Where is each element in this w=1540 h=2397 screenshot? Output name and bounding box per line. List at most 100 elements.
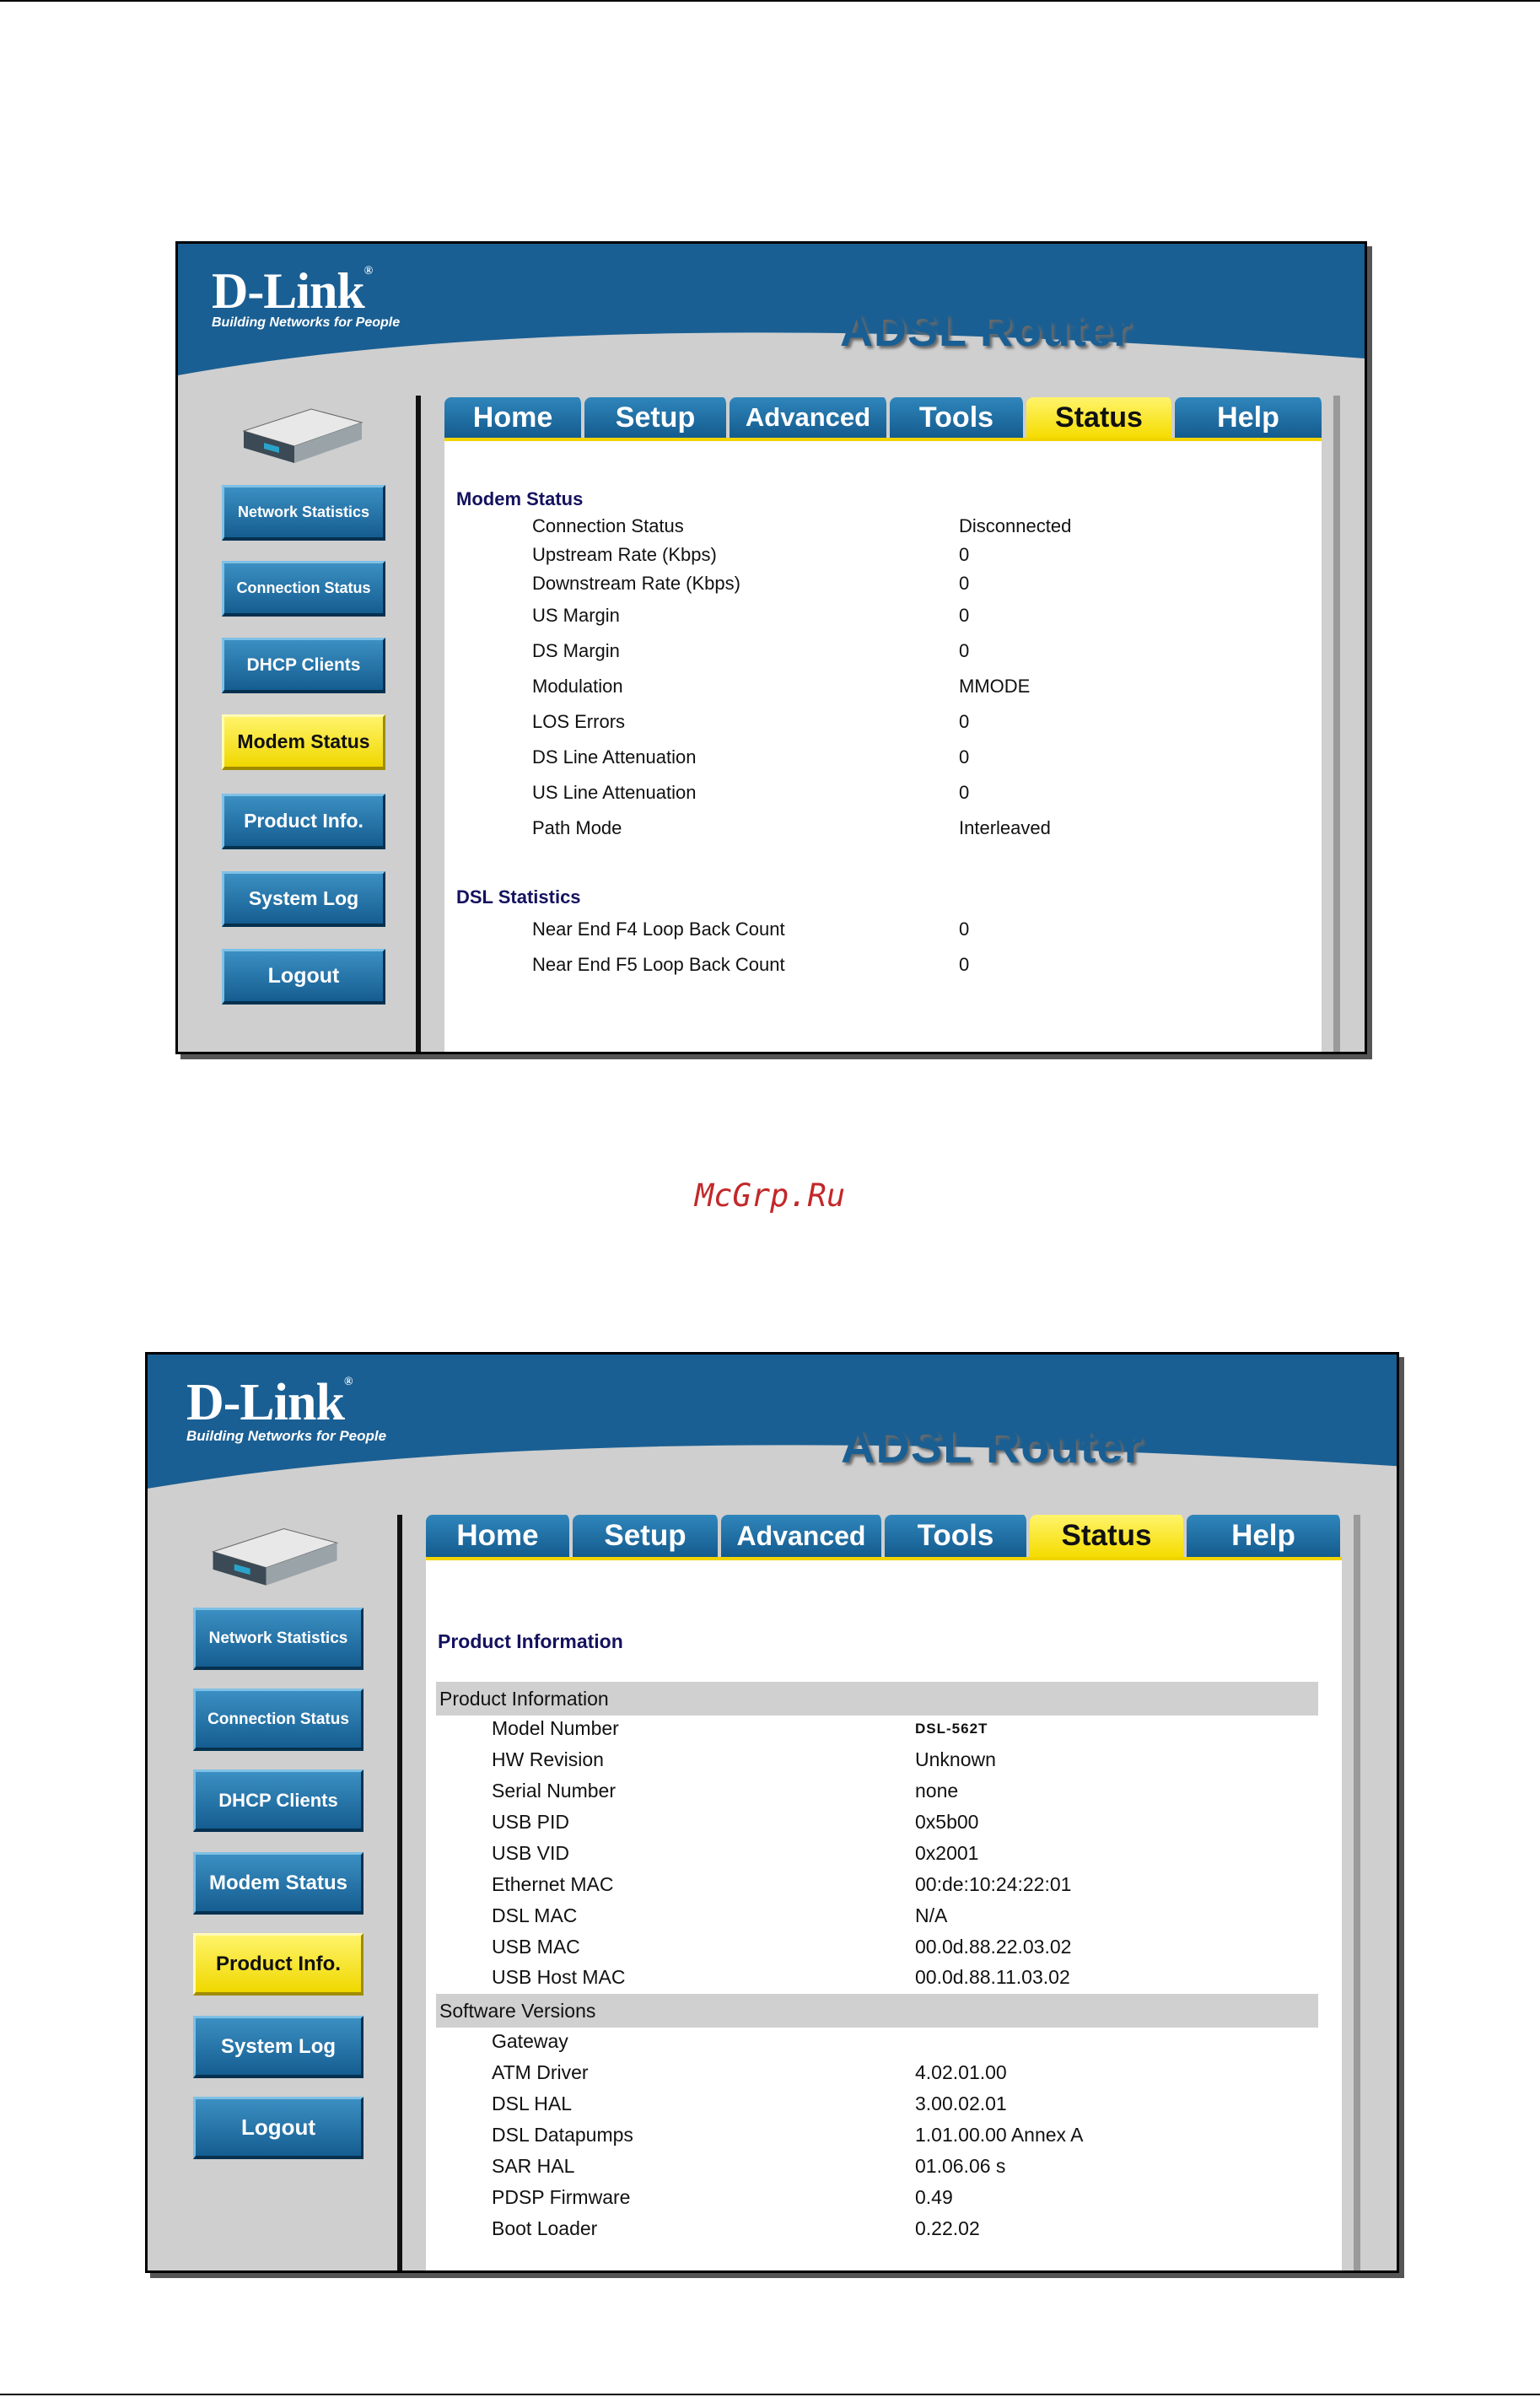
sidebar-modem-status-button[interactable]: Modem Status (222, 714, 385, 770)
row-label: ATM Driver (492, 2061, 589, 2083)
row-label: Upstream Rate (Kbps) (532, 544, 717, 565)
row-label: USB PID (492, 1811, 570, 1833)
row-value: Unknown (915, 1748, 996, 1770)
top-rule (0, 0, 1540, 2)
modem-status-panel: Modem Status Connection Status Disconnect… (444, 441, 1322, 1052)
row-label: DSL Datapumps (492, 2124, 633, 2146)
row-value: 0 (959, 746, 970, 768)
modem-status-screenshot: D-Link® Building Networks for People ADS… (175, 241, 1367, 1054)
row-label: Near End F5 Loop Back Count (532, 954, 785, 975)
row-label: PDSP Firmware (492, 2186, 631, 2208)
header-banner: D-Link® Building Networks for People ADS… (148, 1355, 1397, 1503)
sidebar-modem-status-button[interactable]: Modem Status (193, 1852, 363, 1915)
row-value: none (915, 1780, 959, 1802)
row-label: Ethernet MAC (492, 1873, 614, 1895)
tab-status[interactable]: Status (1030, 1515, 1187, 1557)
dlink-logo: D-Link® Building Networks for People (186, 1376, 387, 1444)
row-label: DSL MAC (492, 1904, 578, 1926)
banner-swoosh (148, 1445, 1397, 1503)
banner-swoosh (178, 332, 1365, 392)
product-info-screenshot: D-Link® Building Networks for People ADS… (145, 1352, 1399, 2273)
row-value: Interleaved (959, 817, 1051, 838)
row-value: 1.01.00.00 Annex A (915, 2124, 1084, 2146)
product-information-section-header: Product Information (436, 1682, 1318, 1716)
row-label: DS Margin (532, 640, 620, 661)
row-label: Modulation (532, 676, 623, 697)
sidebar-logout-button[interactable]: Logout (222, 949, 385, 1005)
tab-setup[interactable]: Setup (573, 1515, 721, 1557)
row-label: Boot Loader (492, 2217, 598, 2239)
app-title: ADSL Router (840, 305, 1133, 356)
row-label: Serial Number (492, 1780, 616, 1802)
row-value: 0x5b00 (915, 1811, 979, 1833)
router-device-icon (211, 1527, 339, 1586)
row-label: US Margin (532, 605, 620, 626)
sidebar-divider (397, 1515, 402, 2270)
row-label: DSL HAL (492, 2093, 573, 2114)
row-value: 00:de:10:24:22:01 (915, 1873, 1072, 1895)
row-value: 0 (959, 544, 970, 565)
row-label: SAR HAL (492, 2155, 575, 2177)
tab-help[interactable]: Help (1187, 1515, 1343, 1557)
logo-reg-mark: ® (343, 1376, 353, 1388)
logo-tagline: Building Networks for People (186, 1428, 387, 1444)
logo-reg-mark: ® (363, 265, 374, 277)
row-value: 00.0d.88.22.03.02 (915, 1936, 1072, 1958)
tab-advanced[interactable]: Advanced (730, 397, 890, 438)
sidebar-network-statistics-button[interactable]: Network Statistics (193, 1608, 363, 1670)
tab-tools[interactable]: Tools (890, 397, 1026, 438)
dsl-statistics-heading: DSL Statistics (456, 886, 581, 908)
row-label: US Line Attenuation (532, 782, 697, 803)
tab-home[interactable]: Home (444, 397, 584, 438)
row-value: 4.02.01.00 (915, 2061, 1007, 2083)
row-label: Connection Status (532, 515, 684, 536)
top-tabs: Home Setup Advanced Tools Status Help (444, 397, 1325, 438)
row-value: 00.0d.88.11.03.02 (915, 1966, 1070, 1988)
row-value: 3.00.02.01 (915, 2093, 1007, 2114)
logo-tagline: Building Networks for People (212, 315, 401, 330)
top-tabs: Home Setup Advanced Tools Status Help (426, 1515, 1343, 1557)
row-value: 0 (959, 782, 970, 803)
row-label: USB MAC (492, 1936, 580, 1958)
dlink-logo: D-Link® Building Networks for People (212, 266, 400, 330)
tab-help[interactable]: Help (1175, 397, 1325, 438)
sidebar-network-statistics-button[interactable]: Network Statistics (222, 485, 385, 541)
watermark-text: McGrp.Ru (694, 1177, 846, 1214)
row-value: N/A (915, 1904, 948, 1926)
tab-setup[interactable]: Setup (584, 397, 730, 438)
sidebar-product-info-button[interactable]: Product Info. (193, 1933, 363, 1996)
row-value: 0 (959, 605, 970, 626)
row-value: 0 (959, 640, 970, 661)
bottom-rule (0, 2394, 1540, 2395)
right-edge (1333, 396, 1340, 1052)
sidebar-divider (416, 396, 421, 1052)
row-value: MMODE (959, 676, 1031, 697)
row-label: LOS Errors (532, 711, 626, 732)
row-label: Gateway (492, 2030, 568, 2052)
row-label: HW Revision (492, 1748, 604, 1770)
row-value: 0 (959, 711, 970, 732)
sidebar-dhcp-clients-button[interactable]: DHCP Clients (193, 1769, 363, 1832)
row-value: 0 (959, 954, 970, 975)
tab-status[interactable]: Status (1026, 397, 1175, 438)
sidebar-connection-status-button[interactable]: Connection Status (193, 1689, 363, 1751)
sidebar-logout-button[interactable]: Logout (193, 2097, 363, 2159)
router-device-icon (242, 408, 363, 463)
sidebar-connection-status-button[interactable]: Connection Status (222, 561, 385, 617)
tab-home[interactable]: Home (426, 1515, 573, 1557)
row-value: DSL-562T (915, 1721, 988, 1737)
tab-advanced[interactable]: Advanced (721, 1515, 885, 1557)
row-label: DS Line Attenuation (532, 746, 697, 768)
logo-name: D-Link (212, 263, 365, 319)
sidebar-system-log-button[interactable]: System Log (222, 871, 385, 927)
right-edge (1354, 1515, 1360, 2270)
row-value: 0.22.02 (915, 2217, 980, 2239)
sidebar-product-info-button[interactable]: Product Info. (222, 794, 385, 849)
row-label: Model Number (492, 1717, 619, 1739)
sidebar-system-log-button[interactable]: System Log (193, 2016, 363, 2078)
row-value: 0 (959, 918, 970, 940)
sidebar-dhcp-clients-button[interactable]: DHCP Clients (222, 638, 385, 693)
row-label: Downstream Rate (Kbps) (532, 573, 740, 594)
row-value: 0.49 (915, 2186, 953, 2208)
tab-tools[interactable]: Tools (885, 1515, 1030, 1557)
